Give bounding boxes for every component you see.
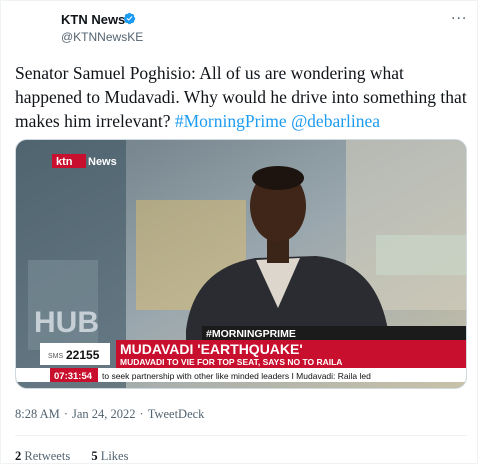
tweet-time[interactable]: 8:28 AM xyxy=(15,407,60,421)
sms-label: SMS xyxy=(48,353,64,360)
engagement-stats: 2 Retweets 5 Likes xyxy=(15,449,146,464)
likes-label: Likes xyxy=(100,449,129,463)
sms-number: 22155 xyxy=(66,348,100,362)
backdrop-letters: HUB xyxy=(34,306,99,339)
likes-stat[interactable]: 5 Likes xyxy=(91,449,128,463)
likes-count: 5 xyxy=(91,449,98,463)
tweet-text: Senator Samuel Poghisio: All of us are w… xyxy=(15,61,469,133)
author-display-name[interactable]: KTN News xyxy=(61,12,125,27)
separator-dot: · xyxy=(139,407,144,421)
channel-logo: ktn News xyxy=(52,154,117,168)
separator-dot: · xyxy=(63,407,68,421)
svg-text:ktn: ktn xyxy=(56,156,73,168)
headline-text: MUDAVADI 'EARTHQUAKE' xyxy=(120,341,303,357)
retweets-stat[interactable]: 2 Retweets xyxy=(15,449,70,463)
divider xyxy=(15,435,467,436)
more-options-icon[interactable]: ··· xyxy=(451,11,467,27)
hashtag-link[interactable]: #MorningPrime xyxy=(175,111,287,131)
subheadline-text: MUDAVADI TO VIE FOR TOP SEAT, SAYS NO TO… xyxy=(120,357,342,367)
tweet-source[interactable]: TweetDeck xyxy=(148,407,205,421)
ticker-text: to seek partnership with other like mind… xyxy=(102,371,371,381)
avatar[interactable] xyxy=(14,11,50,47)
tweet-timestamp[interactable]: 8:28 AM · Jan 24, 2022 · TweetDeck xyxy=(15,407,208,422)
tweet-card: KTN News @KTNNewsKE ··· Senator Samuel P… xyxy=(0,0,478,464)
verified-badge-icon xyxy=(123,12,136,25)
show-banner-text: #MORNINGPRIME xyxy=(206,328,296,340)
tweet-date[interactable]: Jan 24, 2022 xyxy=(72,407,136,421)
ticker-clock: 07:31:54 xyxy=(54,371,93,382)
retweets-count: 2 xyxy=(15,449,22,463)
video-thumbnail[interactable]: HUB ktn News #MORNINGPRIME SMS 22155 MUD… xyxy=(15,139,467,389)
svg-text:News: News xyxy=(88,156,117,168)
author-handle[interactable]: @KTNNewsKE xyxy=(61,30,143,44)
retweets-label: Retweets xyxy=(24,449,71,463)
mention-link[interactable]: @debarlinea xyxy=(291,111,380,131)
